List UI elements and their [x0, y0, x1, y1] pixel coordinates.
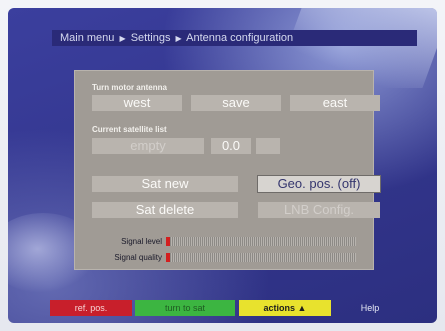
sat-delete-button[interactable]: Sat delete — [92, 202, 238, 218]
triangle-right-icon: ▶ — [119, 34, 126, 43]
signal-quality-label: Signal quality — [114, 253, 162, 262]
signal-level-label: Signal level — [121, 237, 162, 246]
actions-key-label: actions — [263, 303, 296, 313]
breadcrumb-main-menu: Main menu — [60, 32, 115, 44]
satellite-position-field[interactable]: 0.0 — [211, 138, 251, 154]
east-button[interactable]: east — [290, 95, 380, 111]
west-button[interactable]: west — [92, 95, 182, 111]
actions-key[interactable]: actions ▲ — [239, 300, 331, 316]
satellite-list-select[interactable]: empty — [92, 138, 204, 154]
breadcrumb-antenna-configuration: Antenna configuration — [186, 32, 294, 44]
signal-level-fill — [166, 237, 170, 246]
turn-to-sat-key[interactable]: turn to sat — [135, 300, 235, 316]
satellite-position-extra — [256, 138, 280, 154]
triangle-right-icon: ▶ — [175, 34, 182, 43]
antenna-config-panel: Turn motor antenna west save east Curren… — [74, 70, 380, 270]
sat-new-button[interactable]: Sat new — [92, 176, 238, 192]
ref-pos-key[interactable]: ref. pos. — [50, 300, 132, 316]
breadcrumb-settings: Settings — [130, 32, 171, 44]
breadcrumb: Main menu ▶ Settings ▶ Antenna configura… — [52, 30, 417, 46]
lnb-config-button[interactable]: LNB Config. — [258, 202, 380, 218]
turn-motor-label: Turn motor antenna — [92, 83, 167, 92]
triangle-up-icon: ▲ — [297, 303, 307, 313]
signal-level-meter — [166, 237, 356, 246]
current-satellite-list-label: Current satellite list — [92, 125, 167, 134]
save-button[interactable]: save — [191, 95, 281, 111]
signal-quality-fill — [166, 253, 170, 262]
signal-quality-meter — [166, 253, 356, 262]
help-key[interactable]: Help — [350, 300, 390, 316]
geo-pos-button[interactable]: Geo. pos. (off) — [258, 176, 380, 192]
